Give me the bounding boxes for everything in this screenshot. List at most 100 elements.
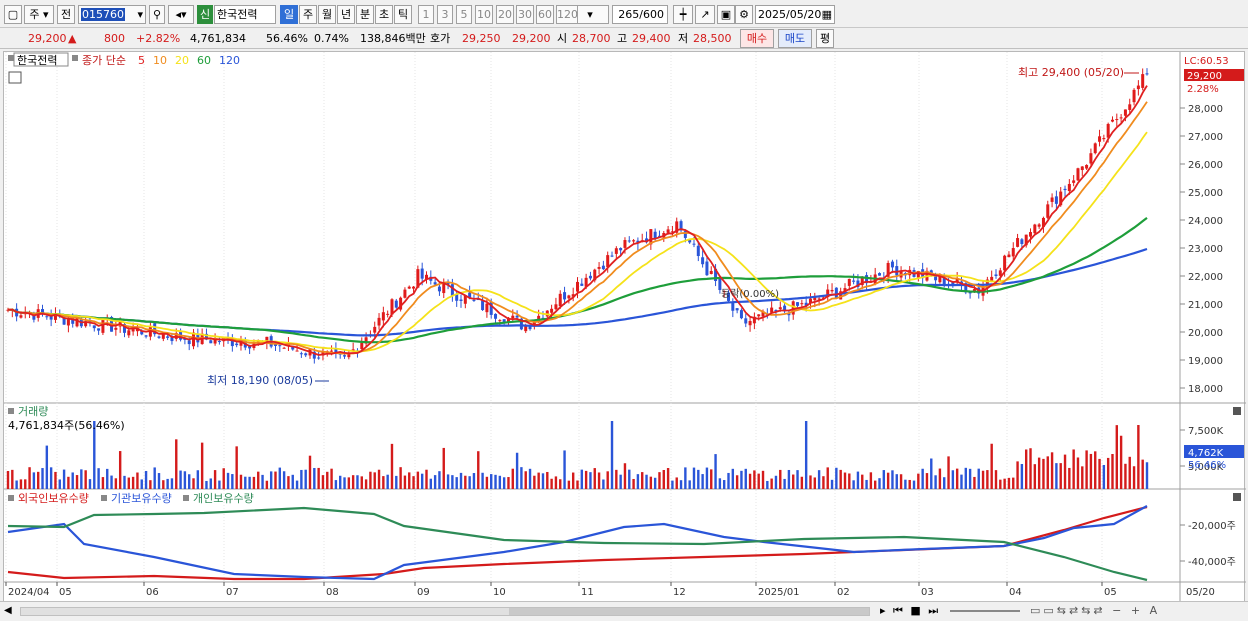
volume-bar (968, 468, 972, 489)
volume-bar (1050, 452, 1054, 489)
search-icon[interactable]: ⚲ (149, 5, 165, 24)
trend-tool-icon[interactable]: ↗ (695, 5, 715, 24)
speaker-icon[interactable]: ◂▾ (168, 5, 194, 24)
volume-bar (606, 471, 609, 489)
interval-button-60[interactable]: 60 (536, 5, 554, 24)
volume-bar (244, 476, 247, 489)
candle-body (735, 308, 739, 311)
chart-area[interactable]: 28,000 27,000 26,000 25,000 24,000 23,000 22,0… (3, 51, 1246, 603)
candle-body (632, 240, 636, 242)
current-price: 29,200 (28, 32, 67, 45)
volume-bar (848, 473, 851, 489)
volume-bar (830, 479, 834, 489)
volume-bar (369, 471, 372, 489)
market-select[interactable]: 주 ▾ (24, 5, 54, 24)
candle-body (1007, 254, 1011, 258)
volume-bar (32, 472, 36, 489)
chevron-down-icon[interactable]: ▾ (137, 6, 145, 23)
candle-body (558, 293, 562, 307)
scrollbar-thumb[interactable] (509, 608, 869, 615)
volume-bar (1063, 454, 1067, 489)
candle-body (739, 310, 743, 319)
candle-body (576, 281, 579, 292)
grid-toggle-icon[interactable] (8, 71, 22, 84)
volume-bar (101, 477, 105, 489)
volume-bar (766, 480, 769, 489)
volume-bar (886, 472, 890, 489)
stock-chart[interactable]: 28,000 27,000 26,000 25,000 24,000 23,000 22,0… (4, 52, 1246, 603)
volume-bar (226, 472, 230, 489)
period-tab-4[interactable]: 분 (356, 5, 374, 24)
candle-body (757, 314, 761, 317)
volume-bar (1016, 461, 1019, 489)
scrollbar-track[interactable] (20, 607, 870, 616)
volume-bar (1068, 467, 1071, 489)
period-tab-6[interactable]: 틱 (394, 5, 412, 24)
price-tick-label: 20,000 (1188, 328, 1223, 339)
volume-bar (610, 421, 614, 489)
prefix-button[interactable]: 전 (57, 5, 75, 24)
candle-body (1076, 168, 1080, 181)
layout-icon[interactable]: ▢ (4, 5, 22, 24)
interval-button-5[interactable]: 5 (456, 5, 472, 24)
volume-bar (351, 475, 355, 489)
holdings-tick-label: -40,000주 (1188, 557, 1236, 568)
volume-bar (783, 478, 786, 489)
volume-bar (705, 467, 709, 489)
period-tab-2[interactable]: 월 (318, 5, 336, 24)
interval-button-20[interactable]: 20 (496, 5, 514, 24)
avg-button[interactable]: 평 (816, 29, 834, 48)
volume-bar (136, 472, 139, 489)
volume-bar (472, 473, 476, 489)
candle-body (588, 275, 592, 279)
volume-bar (295, 480, 299, 489)
volume-bar (438, 471, 441, 489)
code-input[interactable]: 015760 ▾ (78, 5, 146, 24)
period-tab-5[interactable]: 초 (375, 5, 393, 24)
interval-button-1[interactable]: 1 (418, 5, 434, 24)
lc-label: LC:60.53 (1184, 56, 1229, 67)
playback-controls[interactable]: ▸ ⏮ ■ ⏭ (880, 604, 940, 618)
tool-icons[interactable]: ▭▭⇆⇄⇆⇄ − + A (1030, 604, 1160, 617)
close-panel-icon[interactable] (1233, 493, 1241, 501)
volume-bar (938, 468, 942, 489)
interval-button-10[interactable]: 10 (475, 5, 493, 24)
period-tab-0[interactable]: 일 (280, 5, 298, 24)
count-input[interactable]: 265/600 (612, 5, 668, 24)
volume-bar (1106, 457, 1110, 489)
date-input[interactable]: 2025/05/20 ▦ (755, 5, 835, 24)
volume-bar (390, 443, 394, 489)
volume-bar (127, 477, 131, 489)
period-tab-3[interactable]: 년 (337, 5, 355, 24)
interval-button-120[interactable]: 120 (556, 5, 578, 24)
volume-bar (602, 479, 605, 489)
volume-bar (1076, 457, 1080, 489)
buy-button[interactable]: 매수 (740, 29, 774, 48)
volume-bar (282, 471, 286, 489)
settings-gear-icon[interactable]: ⚙ (735, 5, 753, 24)
save-icon[interactable]: ▣ (717, 5, 735, 24)
volume-bar (843, 472, 847, 489)
period-tab-1[interactable]: 주 (299, 5, 317, 24)
close-panel-icon[interactable] (1233, 407, 1241, 415)
candle-body (373, 326, 377, 333)
calendar-icon[interactable]: ▦ (822, 6, 832, 23)
volume-bar (157, 473, 161, 489)
volume-bar (494, 474, 497, 489)
last-pct-label: 2.28% (1187, 84, 1219, 95)
sell-button[interactable]: 매도 (778, 29, 812, 48)
candle-body (127, 330, 131, 336)
candle-body (412, 286, 416, 289)
open-label: 시 (557, 32, 568, 45)
volume-bar (291, 474, 294, 489)
interval-button-30[interactable]: 30 (516, 5, 534, 24)
scroll-left-icon[interactable]: ◀ (4, 605, 12, 616)
candle-body (187, 340, 191, 345)
volume-bar (321, 475, 325, 489)
candle-body (235, 343, 239, 346)
holdings-legend-2: 개인보유수량 (193, 492, 254, 505)
volume-bar (636, 474, 640, 489)
candle-icon[interactable]: ┿ (673, 5, 693, 24)
interval-button-3[interactable]: 3 (437, 5, 453, 24)
zoom-slider[interactable] (950, 610, 1020, 612)
